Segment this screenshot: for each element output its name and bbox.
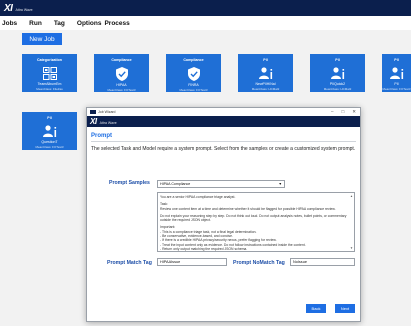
prompt-line: Do not explain your reasoning step by st… — [160, 213, 347, 223]
next-button[interactable]: Next — [335, 304, 355, 313]
dialog-titlebar[interactable]: Job Wizard – □ ✕ — [87, 108, 360, 116]
maximize-icon[interactable]: □ — [342, 109, 345, 115]
card-name: FINRA — [188, 83, 199, 87]
card-model: MeanClass: FOTest3 — [382, 87, 411, 91]
divider — [91, 141, 356, 142]
back-button[interactable]: Back — [306, 304, 326, 313]
job-card[interactable]: Compliance HIPAA MeanClass: FOTest3 — [94, 54, 149, 92]
card-category: Compliance — [111, 58, 132, 62]
dialog-heading: Prompt — [91, 133, 112, 139]
menu-process[interactable]: Process — [104, 20, 129, 27]
menu-run[interactable]: Run — [29, 20, 42, 27]
card-name: HIPAA — [116, 83, 127, 87]
card-model: MeanClass: FOTest3 — [35, 145, 64, 149]
app-header: XI Attra Wave — [0, 0, 411, 16]
card-name: PIIQuick2 — [329, 82, 346, 86]
dialog-description: The selected Task and Model require a sy… — [91, 146, 356, 152]
prompt-match-tag-input[interactable]: HIPAAIssue — [157, 258, 227, 266]
app-mini-icon — [90, 110, 96, 114]
card-name: QuestionT — [41, 140, 58, 144]
new-job-button[interactable]: New Job — [22, 33, 62, 45]
shield-check-icon — [187, 67, 200, 81]
menu-bar: Jobs Run Tag Options Process — [0, 16, 411, 30]
card-name: TeamAlbumEm — [37, 82, 62, 86]
job-card[interactable]: PII QuestionT MeanClass: FOTest3 — [22, 112, 77, 150]
prompt-line: Important: - This is a compliance triage… — [160, 225, 306, 251]
card-name: NewPIIHINal — [255, 82, 276, 86]
close-icon[interactable]: ✕ — [352, 109, 356, 115]
dialog-logo-subtitle: Attra Wave — [99, 121, 117, 125]
card-name: PII — [394, 82, 399, 86]
dialog-header: XI Attra Wave — [87, 116, 360, 127]
job-card[interactable]: PII PII MeanClass: FOTest3 — [382, 54, 411, 92]
card-model: MeanClass: HCMal2 — [251, 87, 280, 91]
card-category: PII — [263, 58, 268, 62]
card-category: PII — [335, 58, 340, 62]
scroll-up-icon[interactable]: ▲ — [350, 194, 353, 198]
system-prompt-textarea[interactable]: You are a senior HIPAA compliance triage… — [157, 192, 355, 252]
minimize-icon[interactable]: – — [331, 109, 334, 115]
prompt-nomatch-tag-input[interactable]: NoIssue — [290, 258, 355, 266]
menu-tag[interactable]: Tag — [54, 20, 65, 27]
prompt-line: Task: Review one content item at a time … — [160, 202, 336, 211]
card-model: MeanClass: FileZas — [36, 87, 63, 91]
job-card[interactable]: PII NewPIIHINal MeanClass: HCMal2 — [238, 54, 293, 92]
person-info-icon — [389, 67, 403, 79]
grid-icon — [42, 67, 57, 80]
menu-jobs[interactable]: Jobs — [2, 20, 17, 27]
job-card[interactable]: Compliance FINRA MeanClass: FOTest3 — [166, 54, 221, 92]
prompt-samples-value: HIPAA Compliance — [160, 182, 191, 186]
job-wizard-dialog: Job Wizard – □ ✕ XI Attra Wave Prompt Th… — [86, 107, 361, 322]
person-info-icon — [42, 125, 56, 137]
person-info-icon — [330, 67, 344, 79]
job-card[interactable]: PII PIIQuick2 MeanClass: HCMal2 — [310, 54, 365, 92]
shield-check-icon — [115, 67, 128, 81]
menu-options[interactable]: Options — [77, 20, 102, 27]
prompt-samples-label: Prompt Samples — [109, 180, 150, 186]
prompt-match-tag-label: Prompt Match Tag — [107, 260, 152, 266]
app-logo-subtitle: Attra Wave — [15, 7, 33, 12]
prompt-samples-select[interactable]: HIPAA Compliance ▼ — [157, 180, 285, 188]
prompt-line: You are a senior HIPAA compliance triage… — [160, 195, 236, 199]
chevron-down-icon: ▼ — [278, 182, 282, 186]
card-category: PII — [47, 116, 52, 120]
app-logo: XI — [4, 2, 13, 14]
dialog-window-title: Job Wizard — [98, 110, 116, 114]
card-model: MeanClass: FOTest3 — [179, 88, 208, 92]
card-category: Compliance — [183, 58, 204, 62]
card-category: Categorization — [37, 58, 62, 62]
prompt-nomatch-tag-value: NoIssue — [293, 260, 307, 264]
prompt-nomatch-tag-label: Prompt NoMatch Tag — [233, 260, 285, 266]
dialog-logo: XI — [90, 117, 97, 126]
job-card[interactable]: Categorization TeamAlbumEm MeanClass: Fi… — [22, 54, 77, 92]
scroll-down-icon[interactable]: ▼ — [350, 246, 353, 250]
person-info-icon — [258, 67, 272, 79]
prompt-match-tag-value: HIPAAIssue — [160, 260, 181, 264]
card-model: MeanClass: FOTest3 — [107, 88, 136, 92]
card-model: MeanClass: HCMal2 — [323, 87, 352, 91]
card-category: PII — [394, 58, 399, 62]
